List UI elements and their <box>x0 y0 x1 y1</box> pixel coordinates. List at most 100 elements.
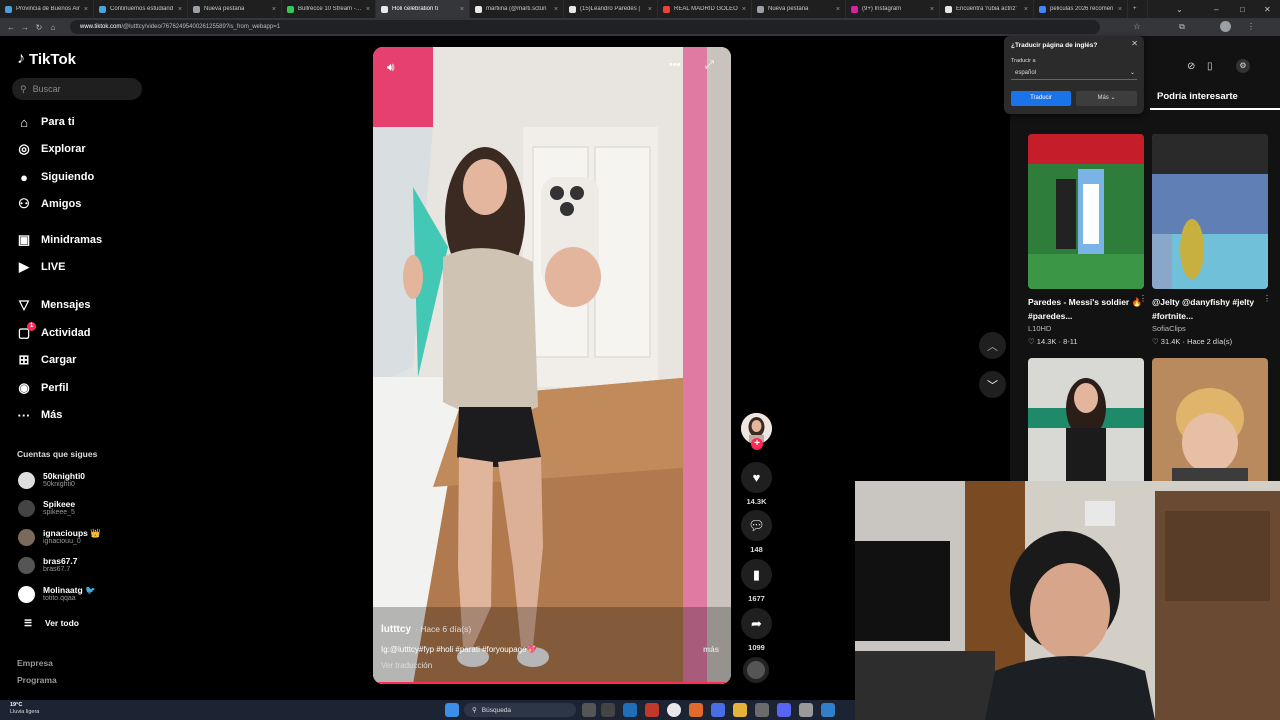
volume-icon[interactable]: 🔊︎ <box>387 60 395 75</box>
nav-item-live[interactable]: ▶ LIVE <box>16 257 65 277</box>
extensions-icon[interactable]: ⧉ <box>1175 22 1189 32</box>
tab-close-icon[interactable]: × <box>1118 6 1122 13</box>
fullscreen-icon[interactable]: ⤢ <box>705 59 714 72</box>
card-menu-icon[interactable]: ⋮ <box>1263 294 1271 303</box>
browser-tab[interactable]: (9+) Instagram × <box>846 0 940 18</box>
windows-start-icon[interactable] <box>445 703 459 717</box>
chrome-icon[interactable] <box>667 703 681 717</box>
see-translation-link[interactable]: Ver traducción <box>381 661 432 670</box>
followed-account[interactable]: ignacioups 👑 ignaciouu_0 <box>18 525 101 549</box>
translate-button[interactable]: Traducir <box>1011 91 1071 106</box>
star-icon[interactable]: ☆ <box>1130 22 1144 31</box>
forward-icon[interactable]: → <box>18 23 32 32</box>
browser-tab[interactable]: Provincia de Buenos Air × <box>0 0 94 18</box>
taskbar-search[interactable]: ⚲ Búsqueda <box>464 703 576 717</box>
app-blue-icon[interactable] <box>711 703 725 717</box>
settings-app-icon[interactable] <box>799 703 813 717</box>
close-icon[interactable]: ✕ <box>1131 39 1138 48</box>
video-more-icon[interactable]: ••• <box>669 59 681 71</box>
see-all-link[interactable]: ☰ Ver todo <box>20 613 79 633</box>
nav-item-mensajes[interactable]: ▽ Mensajes <box>16 295 91 315</box>
followed-account[interactable]: Molinaatg 🐦 totito.qqaa <box>18 582 96 606</box>
url-input[interactable]: www.tiktok.com /@lutttcy/video/767624954… <box>70 20 1100 34</box>
browser-tab[interactable]: Nueva pestaña × <box>188 0 282 18</box>
tab-close-icon[interactable]: × <box>930 6 934 13</box>
nav-item-siguiendo[interactable]: ● Siguiendo <box>16 167 94 187</box>
terminal-icon[interactable] <box>601 703 615 717</box>
phone-icon[interactable]: ▯ <box>1207 61 1213 72</box>
caption-more-link[interactable]: más <box>703 645 719 654</box>
home-browser-icon[interactable]: ⌂ <box>46 23 60 32</box>
settings-icon[interactable]: ⚙ <box>1236 59 1250 73</box>
reload-icon[interactable]: ↻ <box>32 23 46 32</box>
browser-menu-icon[interactable]: ⋮ <box>1244 22 1258 31</box>
weather-widget[interactable]: 19°C Lluvia ligera <box>10 702 39 716</box>
share-button[interactable]: ➦ 1099 <box>741 608 772 652</box>
browser-tab[interactable]: Encuentra 'rubia actriz' × <box>940 0 1034 18</box>
comment-button[interactable]: 💬︎ 148 <box>741 510 772 554</box>
next-video-button[interactable]: ﹀ <box>979 371 1006 398</box>
recommended-video-card[interactable]: Paredes - Messi's soldier 🔥 #paredes... … <box>1028 134 1147 346</box>
app-red-icon[interactable] <box>645 703 659 717</box>
tab-close-icon[interactable]: × <box>554 6 558 13</box>
music-disc-icon[interactable] <box>743 657 769 683</box>
browser-tab[interactable]: REAL MADRID GOLEO × <box>658 0 752 18</box>
file-explorer-icon[interactable] <box>733 703 747 717</box>
tab-close-icon[interactable]: × <box>84 6 88 13</box>
save-button[interactable]: ▮ 1677 <box>741 559 772 603</box>
previous-video-button[interactable]: ︿ <box>979 332 1006 359</box>
app-orange-icon[interactable] <box>689 703 703 717</box>
follow-plus-button[interactable]: + <box>751 438 763 450</box>
footer-link-programa[interactable]: Programa <box>17 675 57 685</box>
minimize-icon[interactable]: – <box>1214 0 1218 18</box>
browser-tab[interactable]: Holi celebration ti × <box>376 0 470 18</box>
tab-close-icon[interactable]: × <box>272 6 276 13</box>
browser-tab[interactable]: Continuemos estudiand × <box>94 0 188 18</box>
video-progress-bar[interactable] <box>373 682 731 684</box>
nav-item-cargar[interactable]: ⊞ Cargar <box>16 350 77 370</box>
tab-close-icon[interactable]: × <box>1024 6 1028 13</box>
video-author[interactable]: lutttcy · Hace 6 día(s) <box>381 624 471 635</box>
tiktok-logo[interactable]: ♪ TikTok <box>17 50 76 68</box>
nav-item-actividad[interactable]: ▢ 1 Actividad <box>16 322 91 343</box>
tab-close-icon[interactable]: × <box>178 6 182 13</box>
browser-tab[interactable]: (15)Leandro Paredes | × <box>564 0 658 18</box>
language-select[interactable]: español ⌄ <box>1011 68 1137 80</box>
tab-close-icon[interactable]: × <box>742 6 746 13</box>
video-player[interactable]: 🔊︎ ••• ⤢ lutttcy · Hace 6 día(s) Ig:@lutt… <box>373 47 731 684</box>
recommended-video-card[interactable]: @Jelty @danyfishy #jelty #fortnite... So… <box>1152 134 1271 346</box>
nav-item-minidramas[interactable]: ▣ Minidramas <box>16 230 102 250</box>
app-active-icon[interactable] <box>821 703 835 717</box>
browser-tab[interactable]: martiina (@marti.sctun × <box>470 0 564 18</box>
footer-link-empresa[interactable]: Empresa <box>17 658 53 668</box>
task-view-icon[interactable] <box>582 703 596 717</box>
nav-item-perfil[interactable]: ◉ Perfil <box>16 378 68 398</box>
back-icon[interactable]: ← <box>4 23 18 32</box>
browser-tab[interactable]: Bullrecce 10 Stream - Wi × <box>282 0 376 18</box>
translate-more-button[interactable]: Más ⌄ <box>1076 91 1137 106</box>
browser-profile-avatar[interactable] <box>1220 21 1231 32</box>
search-input[interactable]: ⚲ Buscar <box>12 78 142 100</box>
discord-icon[interactable] <box>777 703 791 717</box>
tab-close-icon[interactable]: × <box>836 6 840 13</box>
followed-account[interactable]: bras67.7 bras67.7 <box>18 553 78 577</box>
nav-item-para-ti[interactable]: ⌂ Para ti <box>16 112 75 132</box>
edge-icon[interactable] <box>623 703 637 717</box>
like-button[interactable]: ♥ 14.3K <box>741 462 772 506</box>
browser-tab[interactable]: Nueva pestaña × <box>752 0 846 18</box>
tab-close-icon[interactable]: × <box>648 6 652 13</box>
tab-close-icon[interactable]: × <box>460 6 464 13</box>
followed-account[interactable]: 50knighti0 50knighti0 <box>18 468 85 492</box>
followed-account[interactable]: Spikeee spikeee_5 <box>18 496 75 520</box>
nav-item-amigos[interactable]: ⚇ Amigos <box>16 194 81 214</box>
app-gray-icon[interactable] <box>755 703 769 717</box>
nav-item-explorar[interactable]: ◎ Explorar <box>16 139 85 159</box>
maximize-icon[interactable]: □ <box>1240 0 1245 18</box>
close-window-icon[interactable]: ✕ <box>1264 0 1271 18</box>
card-menu-icon[interactable]: ⋮ <box>1139 294 1147 303</box>
tab-search-icon[interactable]: ⌄ <box>1176 0 1183 18</box>
nav-item-m-s[interactable]: ··· Más <box>16 405 63 425</box>
new-tab-icon[interactable]: + <box>1128 0 1148 18</box>
browser-tab[interactable]: peliculas 2026 recomen × <box>1034 0 1128 18</box>
tab-close-icon[interactable]: × <box>366 6 370 13</box>
